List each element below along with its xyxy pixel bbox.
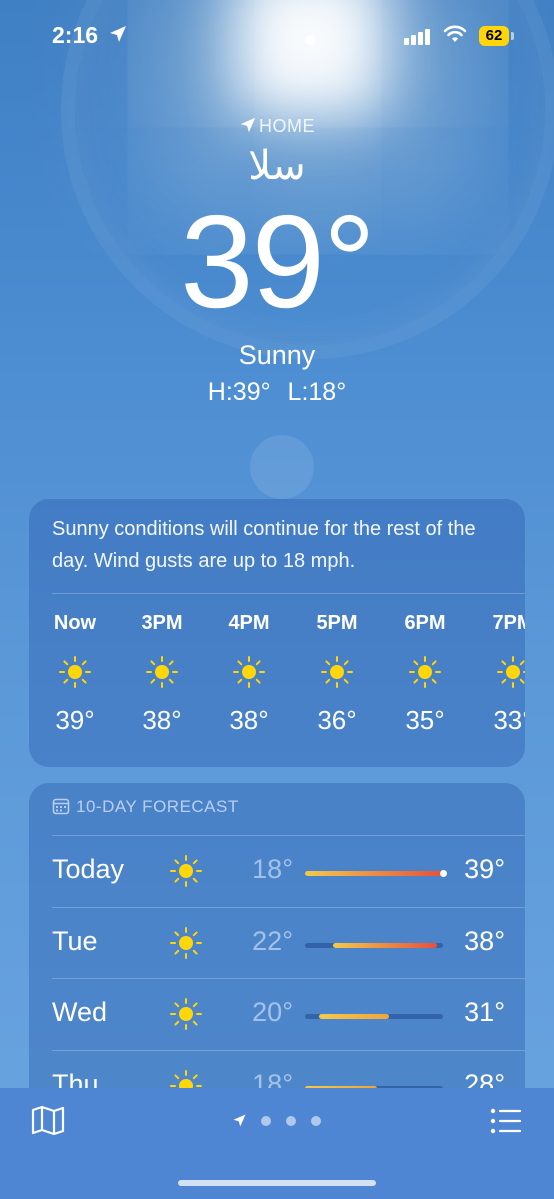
current-temp-dot [439,870,447,877]
high-low: H:39° L:18° [207,378,347,406]
sun-icon [59,656,91,688]
day-name: Wed [52,997,108,1027]
temp-range-bar [305,870,447,877]
hour-temp: 38° [229,705,269,735]
day-name: Today [52,854,125,884]
ten-day-header: 10-DAY FORECAST [52,797,239,817]
day-high: 38° [464,926,505,956]
sun-icon [497,656,525,688]
calendar-icon [52,798,70,815]
sun-icon [321,656,353,688]
hour-item: 4PM 38° [214,609,284,736]
hourly-list[interactable]: Now 39° 3PM 38° 4PM 38° 5PM 36° 6PM 35° … [29,609,525,759]
sun-icon [146,656,178,688]
hour-label: 6PM [404,612,446,634]
location-arrow-icon [240,117,256,133]
sun-icon [170,998,202,1030]
day-low: 18° [252,854,293,884]
page-dot[interactable] [261,1115,271,1126]
day-high: 39° [464,854,505,884]
hour-label: 7PM [492,612,525,634]
hour-temp: 33° [493,705,525,735]
hour-label: 5PM [316,612,358,634]
list-icon[interactable] [490,1108,522,1134]
location-arrow-icon [110,26,126,42]
location-home-label: HOME [0,116,554,137]
battery-level: 62 [479,26,509,46]
home-label-text: HOME [259,116,315,136]
hour-item: 7PM 33° [478,609,525,736]
hour-item: 3PM 38° [127,609,197,736]
sun-icon [170,927,202,959]
hour-item: 6PM 35° [390,609,460,736]
hour-temp: 38° [142,705,182,735]
hour-temp: 35° [405,705,445,735]
divider [52,593,525,594]
cellular-signal-icon [404,27,432,45]
status-time: 2:16 [52,22,99,48]
temp-range-fill [332,943,438,948]
current-temperature: 39° [180,188,376,335]
city-name: سلا [248,143,306,189]
hour-temp: 36° [317,705,357,735]
sun-icon [170,855,202,887]
bottom-toolbar [0,1088,554,1199]
ten-day-forecast-card[interactable]: 10-DAY FORECAST Today 18° 39° Tue 22° 38… [29,783,525,1123]
home-indicator[interactable] [178,1180,376,1186]
day-name: Tue [52,926,98,956]
day-low: 22° [252,926,293,956]
status-bar: 2:16 62 [0,0,554,74]
battery-tip [511,32,514,40]
map-icon[interactable] [31,1105,65,1135]
hour-item: 5PM 36° [302,609,372,736]
page-dot[interactable] [311,1115,321,1126]
hour-temp: 39° [55,705,95,735]
wifi-icon [443,25,467,42]
hour-label: Now [53,612,97,634]
temp-range-fill [305,871,443,876]
forecast-row[interactable]: Wed 20° 31° [29,979,525,1050]
ten-day-title: 10-DAY FORECAST [76,797,239,816]
day-low: 20° [252,997,293,1027]
page-dot[interactable] [286,1115,296,1126]
page-indicator[interactable] [232,1112,336,1130]
sun-icon [409,656,441,688]
hour-label: 4PM [228,612,270,634]
location-arrow-icon [233,1114,246,1127]
day-high: 31° [464,997,505,1027]
hour-label: 3PM [141,612,183,634]
forecast-row[interactable]: Today 18° 39° [29,836,525,907]
forecast-summary: Sunny conditions will continue for the r… [52,518,476,572]
lens-flare [250,435,314,499]
hourly-forecast-card[interactable]: Sunny conditions will continue for the r… [29,499,525,767]
temp-range-fill [318,1014,390,1019]
hour-item: Now 39° [40,609,110,736]
sun-icon [233,656,265,688]
forecast-row[interactable]: Tue 22° 38° [29,908,525,979]
temp-range-bar [305,943,443,948]
current-condition: Sunny [238,340,316,370]
temp-range-bar [305,1014,443,1019]
